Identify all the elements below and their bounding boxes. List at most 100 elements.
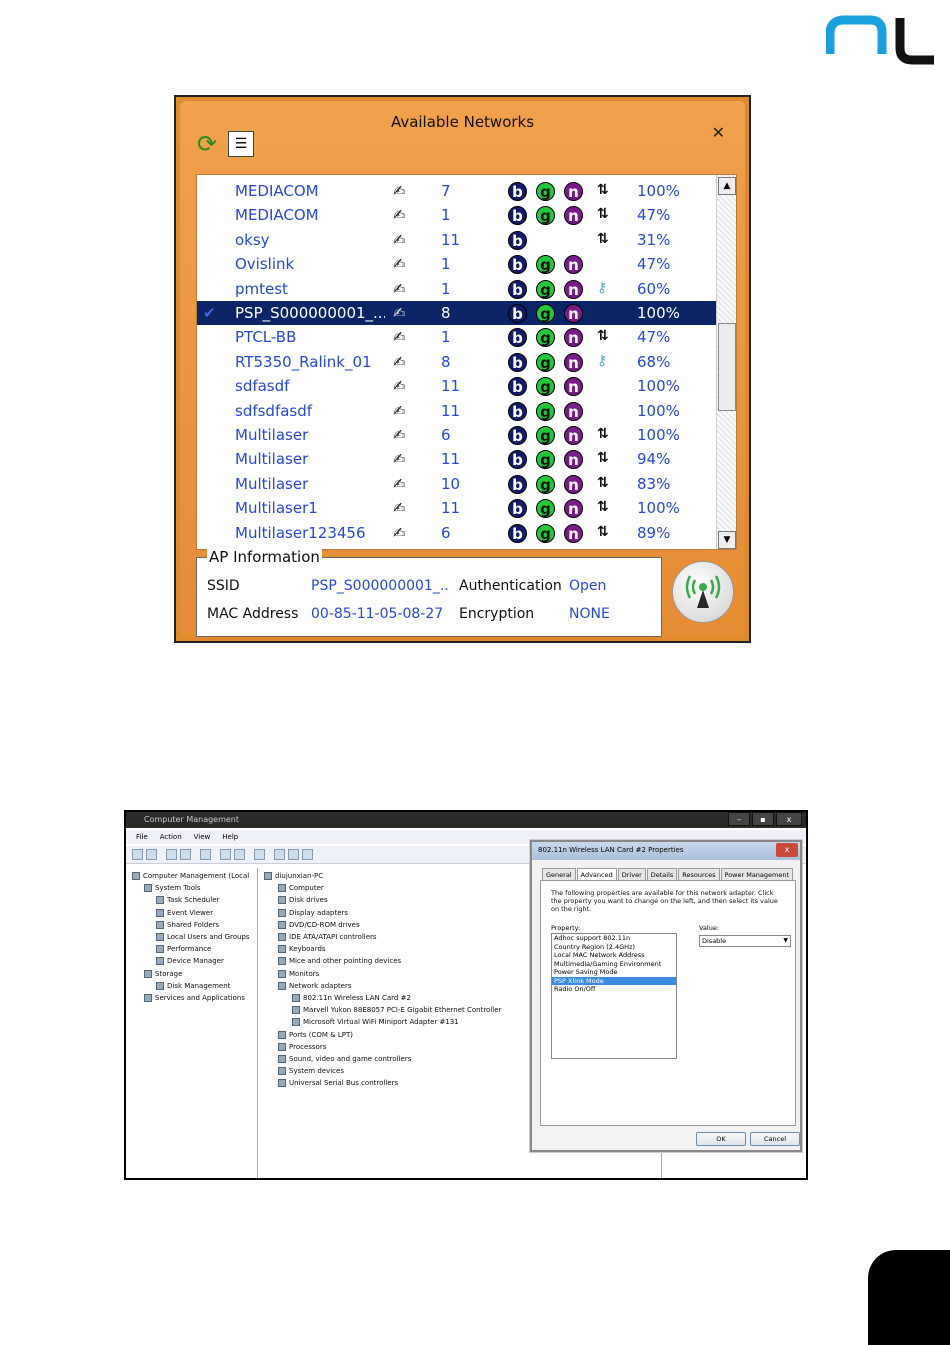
tree-node[interactable]: Disk drives [278, 896, 328, 905]
tree-node[interactable]: Event Viewer [156, 908, 213, 917]
tree-node[interactable]: Microsoft Virtual WiFi Miniport Adapter … [292, 1018, 459, 1027]
properties-icon[interactable] [234, 849, 245, 860]
tree-node[interactable]: Mice and other pointing devices [278, 957, 401, 966]
property-item[interactable]: Country Region (2.4GHz) [552, 943, 676, 952]
network-channel: 6 [441, 426, 451, 444]
tree-node[interactable]: Marvell Yukon 88E8057 PCI-E Gigabit Ethe… [292, 1006, 501, 1015]
tree-node[interactable]: Sound, video and game controllers [278, 1055, 411, 1063]
property-item[interactable]: Adhoc support 802.11n [552, 934, 676, 943]
tree-node[interactable]: Computer [278, 884, 324, 893]
network-row[interactable]: sdfsdfasdf ✍ 11 b g n 100% [197, 399, 718, 423]
list-view-icon[interactable]: ☰ [228, 131, 254, 157]
mode-n-badge: n [564, 401, 583, 421]
connect-antenna-button[interactable] [672, 561, 734, 623]
network-row[interactable]: Multilaser ✍ 6 b g n ⇅ 100% [197, 423, 718, 447]
network-row[interactable]: Multilaser ✍ 11 b g n ⇅ 94% [197, 447, 718, 471]
mode-b-badge: b [508, 401, 527, 421]
property-item[interactable]: Radio On/Off [552, 985, 676, 994]
tree-node[interactable]: Network adapters [278, 981, 352, 990]
network-row[interactable]: sdfasdf ✍ 11 b g n 100% [197, 374, 718, 398]
tree-node[interactable]: Services and Applications [144, 994, 245, 1002]
tree-node[interactable]: Task Scheduler [156, 896, 219, 905]
tree-node[interactable]: 802.11n Wireless LAN Card #2 [292, 994, 411, 1002]
network-row[interactable]: Ovislink ✍ 1 b g n 47% [197, 252, 718, 276]
tree-node[interactable]: Disk Management [156, 981, 230, 990]
network-row[interactable]: RT5350_Ralink_01 ✍ 8 b g n ⚷ 68% [197, 350, 718, 374]
mode-n-badge: n [564, 328, 583, 348]
tree-node[interactable]: System Tools [144, 884, 201, 893]
tree-node[interactable]: Shared Folders [156, 920, 219, 929]
tree-node[interactable]: Device Manager [156, 957, 224, 966]
refresh-icon[interactable]: ⟳ [194, 130, 220, 158]
help-icon[interactable] [220, 849, 231, 860]
tree-node[interactable]: Computer Management (Local [132, 872, 249, 880]
show-hide-tree-icon[interactable] [180, 849, 191, 860]
tree-node-icon [156, 957, 164, 966]
ok-button[interactable]: OK [696, 1132, 746, 1146]
maximize-button[interactable]: ▪ [752, 812, 774, 826]
tree-node[interactable]: Monitors [278, 969, 319, 978]
scroll-down-button[interactable]: ▼ [718, 531, 736, 549]
signal-percent: 100% [637, 377, 680, 396]
up-icon[interactable] [166, 849, 177, 860]
menu-file[interactable]: File [136, 830, 148, 844]
tree-node[interactable]: DVD/CD-ROM drives [278, 920, 360, 929]
network-row[interactable]: PTCL-BB ✍ 1 b g n ⇅ 47% [197, 325, 718, 349]
property-item[interactable]: Local MAC Network Address [552, 951, 676, 960]
dialog-close-button[interactable]: x [776, 843, 798, 857]
scrollbar[interactable]: ▲ ▼ [716, 175, 736, 549]
tree-node[interactable]: Storage [144, 969, 182, 978]
tree-node[interactable]: System devices [278, 1067, 344, 1076]
mac-address-label: MAC Address [207, 606, 299, 622]
tree-node[interactable]: diujunxian-PC [264, 872, 323, 880]
update-driver-icon[interactable] [274, 849, 285, 860]
network-row[interactable]: Multilaser1 ✍ 11 b g n ⇅ 100% [197, 496, 718, 520]
property-list[interactable]: Adhoc support 802.11n Country Region (2.4… [551, 933, 677, 1059]
close-window-button[interactable]: x [776, 812, 802, 826]
tree-node-icon [292, 1018, 300, 1027]
export-icon[interactable] [200, 849, 211, 860]
tree-node[interactable]: Processors [278, 1042, 326, 1051]
mode-n-badge: n [564, 352, 583, 372]
property-item[interactable]: Multimedia/Gaming Environment [552, 960, 676, 969]
network-channel: 11 [441, 377, 461, 396]
signal-percent: 100% [637, 304, 680, 322]
network-row[interactable]: MEDIACOM ✍ 7 b g n ⇅ 100% [197, 179, 718, 203]
network-ssid: Ovislink [235, 255, 295, 274]
network-row[interactable]: Multilaser123456 ✍ 6 b g n ⇅ 89% [197, 521, 718, 545]
forward-icon[interactable] [146, 849, 157, 860]
property-item[interactable]: Power Saving Mode [552, 968, 676, 977]
back-icon[interactable] [132, 849, 143, 860]
property-item[interactable]: PSP Xlink Mode [552, 976, 676, 985]
tree-node-icon [132, 872, 140, 880]
tree-node[interactable]: Performance [156, 945, 211, 954]
tree-node[interactable]: Universal Serial Bus controllers [278, 1079, 398, 1088]
tree-node[interactable]: IDE ATA/ATAPI controllers [278, 933, 377, 941]
value-select[interactable]: Disable ▼ [699, 935, 791, 947]
scan-icon[interactable] [254, 849, 265, 860]
minimize-button[interactable]: – [728, 812, 750, 826]
network-row[interactable]: pmtest ✍ 1 b g n ⚷ 60% [197, 277, 718, 301]
network-row[interactable]: ✔ PSP_S000000001_... ✍ 8 b g n 100% [197, 301, 718, 325]
network-row[interactable]: Multilaser ✍ 10 b g n ⇅ 83% [197, 472, 718, 496]
tree-node[interactable]: Display adapters [278, 908, 348, 917]
tree-node[interactable]: Local Users and Groups [156, 933, 250, 941]
close-button[interactable]: ✕ [712, 123, 725, 142]
menu-view[interactable]: View [194, 830, 211, 844]
uninstall-icon[interactable] [288, 849, 299, 860]
enable-icon[interactable] [302, 849, 313, 860]
mode-b-badge: b [508, 499, 527, 519]
tree-node[interactable]: Keyboards [278, 945, 326, 954]
scroll-thumb[interactable] [718, 323, 736, 411]
cancel-button[interactable]: Cancel [750, 1132, 800, 1146]
tree-node[interactable]: Ports (COM & LPT) [278, 1030, 353, 1039]
scroll-up-button[interactable]: ▲ [718, 177, 736, 195]
network-row[interactable]: MEDIACOM ✍ 1 b g n ⇅ 47% [197, 203, 718, 227]
network-row[interactable]: oksy ✍ 11 b ⇅ 31% [197, 228, 718, 252]
tree-node-icon [156, 896, 164, 905]
adhoc-arrows-icon: ⇅ [597, 206, 609, 223]
signal-hand-icon: ✍ [393, 279, 406, 298]
menu-help[interactable]: Help [222, 830, 238, 844]
network-ssid: PSP_S000000001_... [235, 304, 385, 322]
menu-action[interactable]: Action [160, 830, 182, 844]
